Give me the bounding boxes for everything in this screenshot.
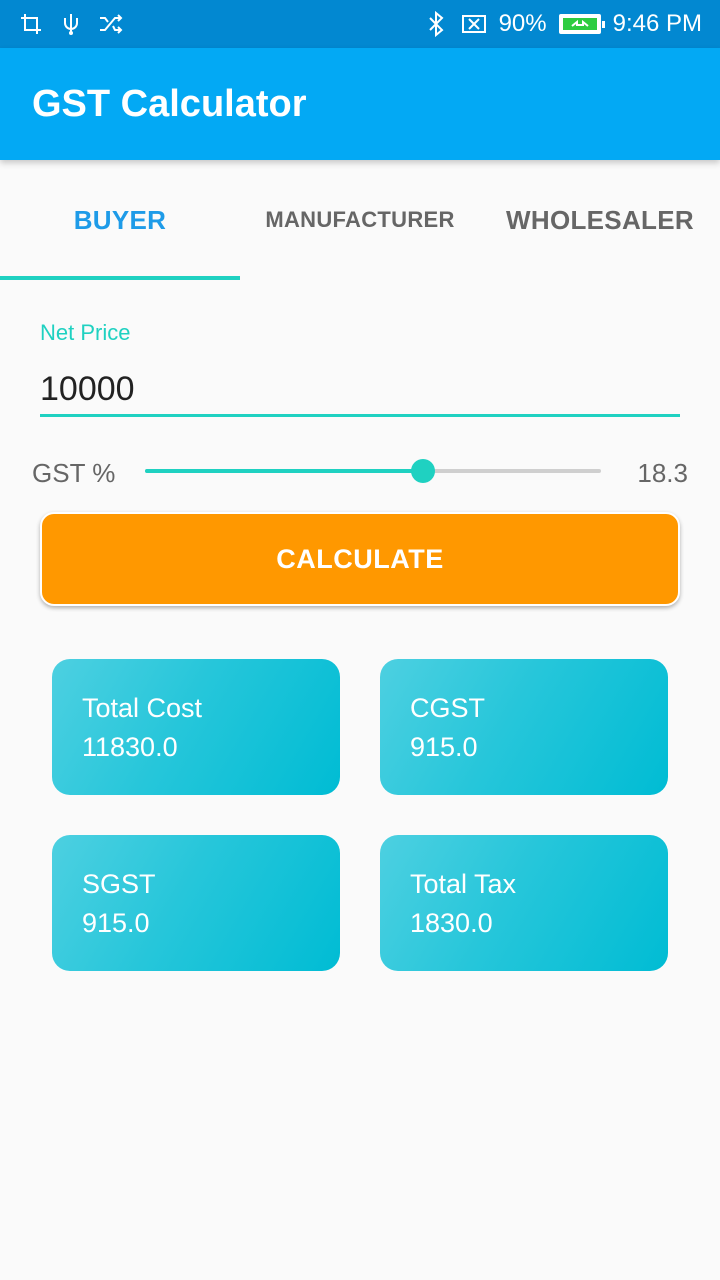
tab-wholesaler[interactable]: WHOLESALER: [480, 160, 720, 280]
card-title: CGST: [410, 693, 486, 723]
card-title: Total Cost: [82, 693, 203, 723]
card-title: SGST: [82, 869, 156, 899]
app-title: GST Calculator: [32, 82, 307, 125]
card-value: 11830.0: [82, 732, 178, 762]
total-cost-card: Total Cost 11830.0: [52, 659, 340, 795]
gst-slider-thumb[interactable]: [411, 459, 436, 483]
status-icons-left: [18, 11, 124, 37]
status-bar: 90% 9:46 PM: [0, 0, 720, 48]
card-title: Total Tax: [410, 869, 517, 899]
net-price-input[interactable]: [40, 365, 680, 417]
tab-manufacturer[interactable]: MANUFACTURER: [240, 160, 480, 280]
cgst-card: CGST 915.0: [380, 659, 668, 795]
gst-label: GST %: [32, 458, 116, 488]
tab-bar: BUYER MANUFACTURER WHOLESALER: [0, 160, 720, 280]
tab-buyer[interactable]: BUYER: [0, 160, 240, 280]
net-price-label: Net Price: [40, 320, 131, 345]
app-bar: GST Calculator: [0, 48, 720, 160]
shuffle-icon: [98, 11, 124, 37]
battery-charging-icon: [558, 14, 605, 34]
gst-slider-fill: [145, 469, 424, 473]
usb-icon: [58, 11, 84, 37]
sgst-card: SGST 915.0: [52, 835, 340, 971]
gst-value: 18.3: [637, 458, 688, 488]
battery-percent: 90%: [498, 10, 547, 37]
card-value: 1830.0: [410, 908, 493, 938]
status-icons-right: 90% 9:46 PM: [423, 10, 702, 38]
bluetooth-icon: [423, 11, 449, 37]
no-sim-icon: [461, 11, 487, 37]
crop-icon: [18, 11, 44, 37]
total-tax-card: Total Tax 1830.0: [380, 835, 668, 971]
card-value: 915.0: [82, 908, 150, 938]
gst-slider[interactable]: [145, 459, 601, 483]
clock: 9:46 PM: [612, 10, 702, 37]
card-value: 915.0: [410, 732, 478, 762]
calculate-button[interactable]: CALCULATE: [40, 512, 680, 606]
